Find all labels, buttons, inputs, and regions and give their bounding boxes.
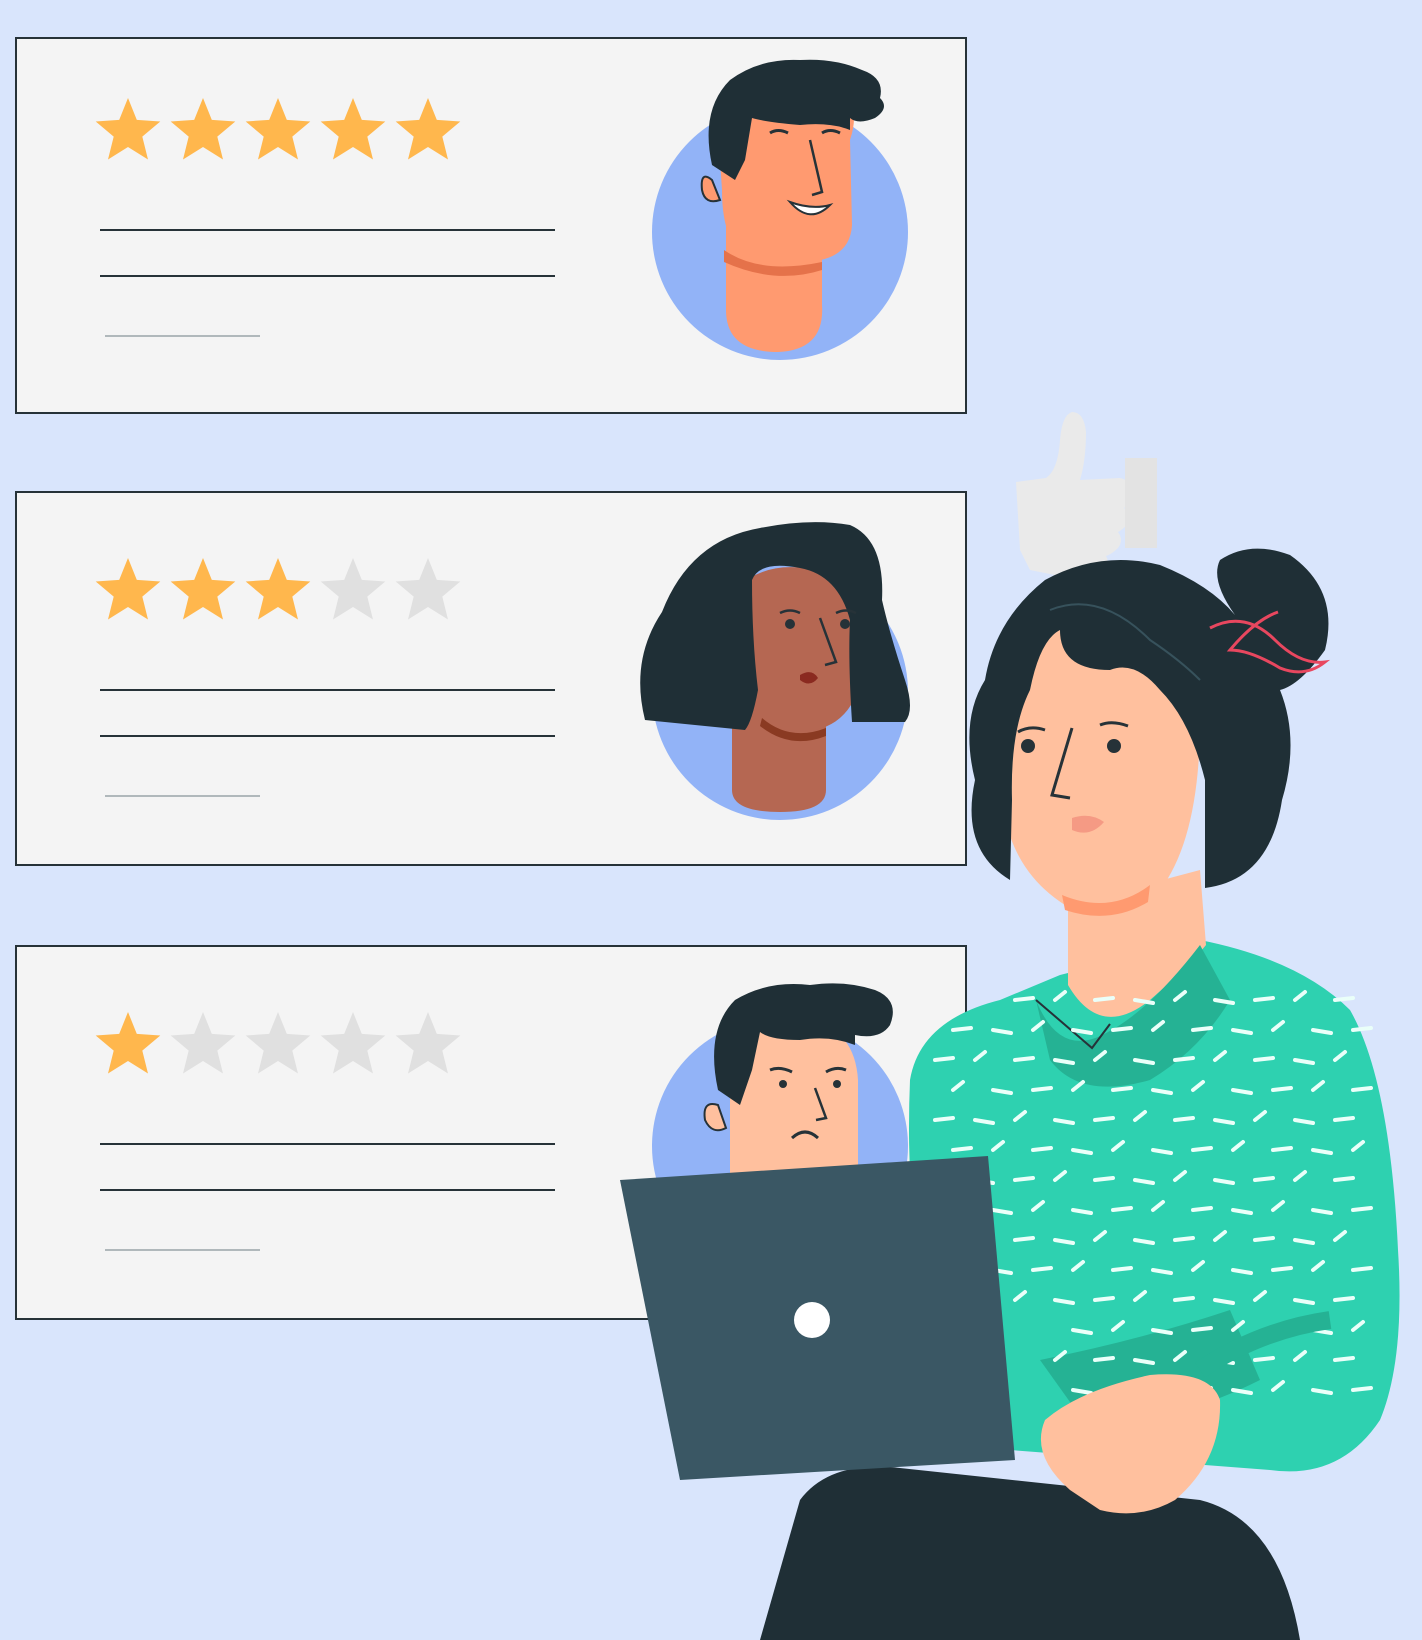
review-card-1 — [15, 37, 967, 414]
laptop — [620, 1156, 1015, 1480]
review-card-2 — [15, 491, 967, 866]
laptop-logo-icon — [794, 1302, 830, 1338]
review-illustration — [15, 37, 1400, 1640]
thumbs-up-icon — [1016, 412, 1157, 576]
